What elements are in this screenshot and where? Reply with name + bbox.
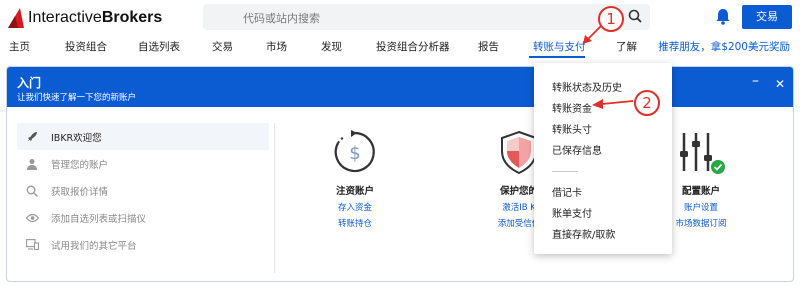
menu-divider — [552, 171, 578, 172]
panel-title: 入门 — [17, 76, 42, 90]
nav-portfolio[interactable]: 投资组合 — [65, 39, 107, 54]
sliders-icon — [680, 133, 725, 174]
eye-icon — [25, 211, 39, 225]
nav-reports[interactable]: 报告 — [478, 39, 499, 54]
annotation-marker-2: 2 — [634, 90, 660, 116]
annotation-arrow-2 — [592, 99, 634, 109]
sidebar-item-label: 试用我们的其它平台 — [51, 240, 137, 252]
top-bar: InteractiveBrokers 代码或站内搜索 交易 — [0, 0, 800, 36]
sidebar-item-manage-account[interactable]: 管理您的账户 — [17, 150, 269, 177]
annotation-marker-1: 1 — [598, 6, 624, 32]
menu-item-transfer-status-history[interactable]: 转账状态及历史 — [552, 79, 622, 94]
nav-watchlist[interactable]: 自选列表 — [138, 39, 180, 54]
sidebar-item-label: 获取报价详情 — [51, 186, 109, 198]
logo-icon — [8, 8, 24, 28]
devices-icon — [25, 238, 39, 252]
nav-trade[interactable]: 交易 — [212, 39, 233, 54]
nav-referral-promo[interactable]: 推荐朋友，拿$200美元奖励 — [658, 39, 790, 54]
menu-item-transfer-positions[interactable]: 转账头寸 — [552, 121, 592, 136]
panel-subtitle: 让我们快速了解一下您的新账户 — [17, 93, 137, 103]
card-fund-account: $ 注资账户 存入资金 转账持仓 — [305, 129, 405, 229]
menu-item-debit-card[interactable]: 借记卡 — [552, 184, 582, 199]
dollar-cycle-icon: $ — [334, 130, 375, 173]
close-icon[interactable]: ✕ — [775, 77, 785, 91]
sidebar-item-watchlist-scanner[interactable]: 添加自选列表或扫描仪 — [17, 204, 269, 231]
bell-icon[interactable] — [715, 8, 731, 25]
active-nav-underline — [529, 56, 585, 58]
sidebar-item-welcome[interactable]: IBKR欢迎您 — [17, 123, 269, 150]
logo-text: InteractiveBrokers — [28, 9, 163, 26]
svg-text:$: $ — [349, 143, 360, 164]
nav-learn[interactable]: 了解 — [616, 39, 637, 54]
sidebar-item-other-platforms[interactable]: 试用我们的其它平台 — [17, 231, 269, 258]
logo[interactable]: InteractiveBrokers — [8, 8, 162, 28]
nav-market[interactable]: 市场 — [266, 39, 287, 54]
nav-transfer-pay[interactable]: 转账与支付 — [533, 39, 586, 54]
sidebar-item-label: IBKR欢迎您 — [51, 132, 102, 144]
search-icon[interactable] — [628, 9, 642, 23]
user-icon — [25, 157, 39, 171]
sidebar-item-label: 管理您的账户 — [51, 159, 109, 171]
search-placeholder: 代码或站内搜索 — [243, 12, 320, 25]
minimize-icon[interactable]: – — [752, 73, 759, 89]
rocket-icon — [25, 130, 39, 144]
trade-button[interactable]: 交易 — [742, 5, 792, 29]
deposit-funds-link[interactable]: 存入资金 — [305, 201, 405, 213]
nav-home[interactable]: 主页 — [9, 39, 30, 54]
menu-item-bill-pay[interactable]: 账单支付 — [552, 205, 592, 220]
panel-header: 入门 让我们快速了解一下您的新账户 – ✕ — [7, 67, 793, 107]
nav-discover[interactable]: 发现 — [321, 39, 342, 54]
panel-sidebar: IBKR欢迎您 管理您的账户 获取报价详情 添加自选列表或扫描仪 试用我们的其它… — [17, 123, 269, 258]
search-icon — [25, 184, 39, 198]
sidebar-item-label: 添加自选列表或扫描仪 — [51, 213, 147, 225]
menu-item-saved-info[interactable]: 已保存信息 — [552, 142, 602, 157]
sidebar-item-quotes[interactable]: 获取报价详情 — [17, 177, 269, 204]
transfer-positions-link[interactable]: 转账持仓 — [305, 217, 405, 229]
main-nav: 主页 投资组合 自选列表 交易 市场 发现 投资组合分析器 报告 转账与支付 了… — [0, 36, 800, 58]
getting-started-panel: 入门 让我们快速了解一下您的新账户 – ✕ IBKR欢迎您 管理您的账户 获取报… — [6, 66, 794, 282]
panel-divider — [274, 123, 275, 273]
menu-item-direct-deposit[interactable]: 直接存款/取款 — [552, 226, 615, 241]
nav-portfolio-analyzer[interactable]: 投资组合分析器 — [376, 39, 450, 54]
menu-item-transfer-funds[interactable]: 转账资金 — [552, 100, 592, 115]
card-title: 注资账户 — [335, 186, 374, 197]
